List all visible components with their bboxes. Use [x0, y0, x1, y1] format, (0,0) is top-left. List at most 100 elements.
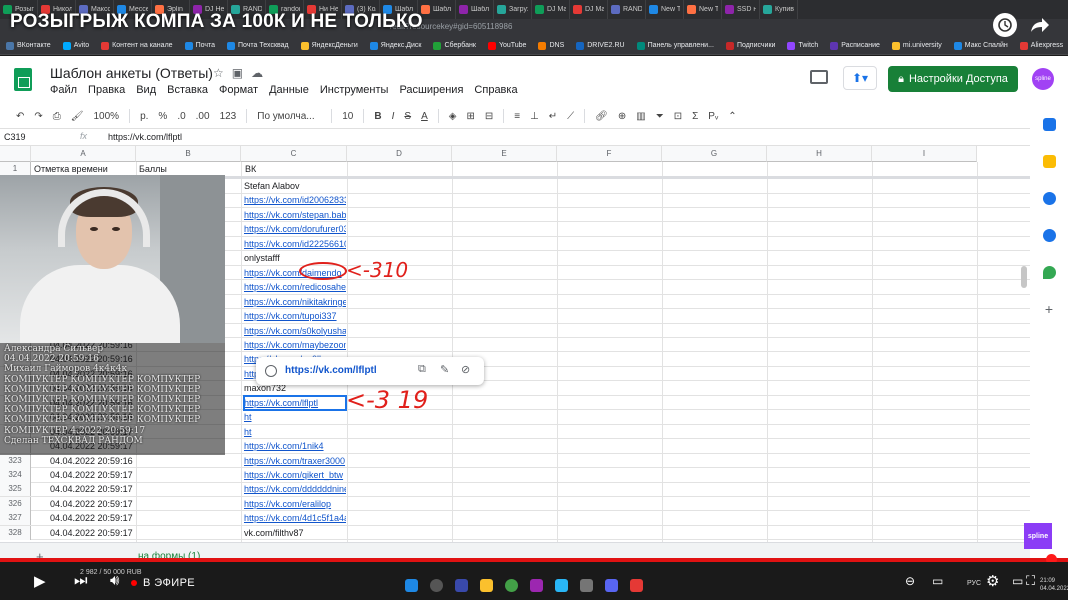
bold-button[interactable]: B: [374, 111, 381, 122]
menu-item[interactable]: Вставка: [167, 84, 208, 96]
bookmark-item[interactable]: Почта Техсквад: [227, 41, 289, 50]
vk-cell[interactable]: Stefan Alabov: [244, 179, 346, 193]
strikethrough-button[interactable]: S: [404, 111, 411, 122]
browser-tab[interactable]: New T: [646, 0, 684, 19]
bookmark-item[interactable]: YouTube: [487, 41, 526, 50]
bookmark-item[interactable]: Расписание: [830, 41, 880, 50]
browser-tab[interactable]: Загруз: [494, 0, 532, 19]
bookmark-item[interactable]: Панель управлени...: [636, 41, 714, 50]
vk-cell[interactable]: ht: [244, 425, 346, 439]
paint-format-icon[interactable]: 🖌︎: [71, 111, 84, 122]
copy-link-icon[interactable]: ⧉: [418, 363, 426, 376]
menu-item[interactable]: Вид: [136, 84, 156, 96]
column-header[interactable]: I: [872, 146, 977, 162]
vk-cell[interactable]: https://vk.com/qikert_btw: [244, 468, 346, 482]
borders-icon[interactable]: ⊞: [466, 111, 474, 122]
move-folder-icon[interactable]: ▣: [232, 66, 243, 80]
browser-tab[interactable]: DJ Ма: [570, 0, 608, 19]
calendar-icon[interactable]: [1042, 118, 1056, 131]
bookmark-item[interactable]: Avito: [62, 41, 89, 50]
column-header[interactable]: E: [452, 146, 557, 162]
keep-icon[interactable]: [1042, 155, 1056, 168]
remove-link-icon[interactable]: ⊘: [461, 363, 470, 376]
vk-cell[interactable]: https://vk.com/tupoi337: [244, 309, 346, 323]
browser-tab[interactable]: DJ Ма: [532, 0, 570, 19]
chrome-icon[interactable]: [505, 579, 518, 592]
edit-link-icon[interactable]: ✎: [440, 363, 449, 376]
subtitles-icon[interactable]: ▭: [932, 574, 943, 588]
timestamp-cell[interactable]: 04.04.2022 20:59:16: [50, 454, 140, 468]
column-header[interactable]: F: [557, 146, 662, 162]
autoplay-toggle[interactable]: ⊖: [905, 574, 915, 588]
increase-decimal-button[interactable]: .00: [196, 111, 210, 122]
menu-item[interactable]: Правка: [88, 84, 125, 96]
play-icon[interactable]: ▶: [34, 572, 46, 590]
vk-cell[interactable]: https://vk.com/stepan.babin: [244, 208, 346, 222]
functions-icon[interactable]: Σ: [692, 111, 698, 122]
column-header[interactable]: G: [662, 146, 767, 162]
explorer-icon[interactable]: [480, 579, 493, 592]
timestamp-cell[interactable]: 04.04.2022 20:59:17: [50, 468, 140, 482]
browser-tab[interactable]: Шабл: [418, 0, 456, 19]
vk-cell[interactable]: https://vk.com/4d1c5f1a4a575d: [244, 511, 346, 525]
vk-cell[interactable]: https://vk.com/lflptl: [243, 394, 347, 411]
zoom-select[interactable]: 100%: [93, 111, 119, 122]
browser-tab[interactable]: SSD н: [722, 0, 760, 19]
share-arrow-icon[interactable]: [1028, 13, 1052, 37]
row-number[interactable]: 325: [0, 482, 31, 497]
media-app-icon[interactable]: [630, 579, 643, 592]
vk-cell[interactable]: https://vk.com/traxer3000: [244, 454, 346, 468]
vk-cell[interactable]: https://vk.com/maybezoom: [244, 338, 346, 352]
header-cell-score[interactable]: Баллы: [139, 162, 239, 176]
browser-tab[interactable]: New T: [684, 0, 722, 19]
font-size-select[interactable]: 10: [342, 111, 353, 122]
bookmark-item[interactable]: Подписчики: [725, 41, 775, 50]
vpn-icon[interactable]: [455, 579, 468, 592]
text-wrap-icon[interactable]: ↵: [549, 111, 557, 122]
vk-cell[interactable]: vk.com/filthv87: [244, 526, 346, 540]
filter-views-icon[interactable]: ⊡: [674, 111, 682, 122]
vertical-align-icon[interactable]: ⊥: [530, 111, 539, 122]
column-header[interactable]: D: [347, 146, 452, 162]
input-tools-icon[interactable]: Рᵥ: [708, 111, 718, 122]
add-addon-icon[interactable]: +: [1043, 302, 1056, 316]
settings-app-icon[interactable]: [580, 579, 593, 592]
theater-mode-icon[interactable]: ▭: [1012, 574, 1023, 588]
bookmark-item[interactable]: mi.university: [891, 41, 942, 50]
select-all-corner[interactable]: [0, 146, 31, 162]
bookmark-item[interactable]: Twitch: [787, 41, 818, 50]
row-number[interactable]: 327: [0, 511, 31, 526]
formula-input[interactable]: https://vk.com/lflptl: [108, 132, 182, 142]
font-select[interactable]: По умолча...: [257, 111, 321, 122]
tasks-icon[interactable]: [1042, 192, 1056, 205]
link-preview-url[interactable]: https://vk.com/lflptl: [285, 365, 377, 376]
cloud-status-icon[interactable]: ☁: [251, 66, 263, 80]
header-cell-vk[interactable]: ВК: [245, 162, 345, 176]
browser-tab[interactable]: RAND: [608, 0, 646, 19]
vk-cell[interactable]: https://vk.com/nikitakringe: [244, 295, 346, 309]
comments-icon[interactable]: [810, 70, 828, 84]
column-header[interactable]: B: [136, 146, 241, 162]
text-color-button[interactable]: A: [421, 111, 428, 122]
vk-cell[interactable]: https://vk.com/ddddddninee: [244, 482, 346, 496]
filter-icon[interactable]: ⏷: [656, 111, 664, 122]
discord-icon[interactable]: [605, 579, 618, 592]
more-formats-button[interactable]: 123: [220, 111, 237, 122]
column-header[interactable]: A: [31, 146, 136, 162]
bookmark-item[interactable]: DRIVE2.RU: [576, 41, 625, 50]
row-number[interactable]: 328: [0, 525, 31, 540]
currency-format-button[interactable]: р.: [140, 111, 148, 122]
menu-item[interactable]: Файл: [50, 84, 77, 96]
name-box[interactable]: C319: [4, 132, 26, 142]
present-button[interactable]: ⬆▾: [843, 66, 877, 90]
browser-tab[interactable]: Шабл: [456, 0, 494, 19]
insert-link-icon[interactable]: 🔗︎: [595, 111, 608, 122]
vk-cell[interactable]: https://vk.com/eralilop: [244, 497, 346, 511]
telegram-icon[interactable]: [555, 579, 568, 592]
vk-cell[interactable]: ht: [244, 410, 346, 424]
insert-chart-icon[interactable]: ▥: [636, 111, 645, 122]
bookmark-item[interactable]: Макс Спалйн: [953, 41, 1008, 50]
menu-item[interactable]: Справка: [474, 84, 517, 96]
bookmark-item[interactable]: Почта: [184, 41, 215, 50]
fill-color-icon[interactable]: ◈: [449, 111, 457, 122]
